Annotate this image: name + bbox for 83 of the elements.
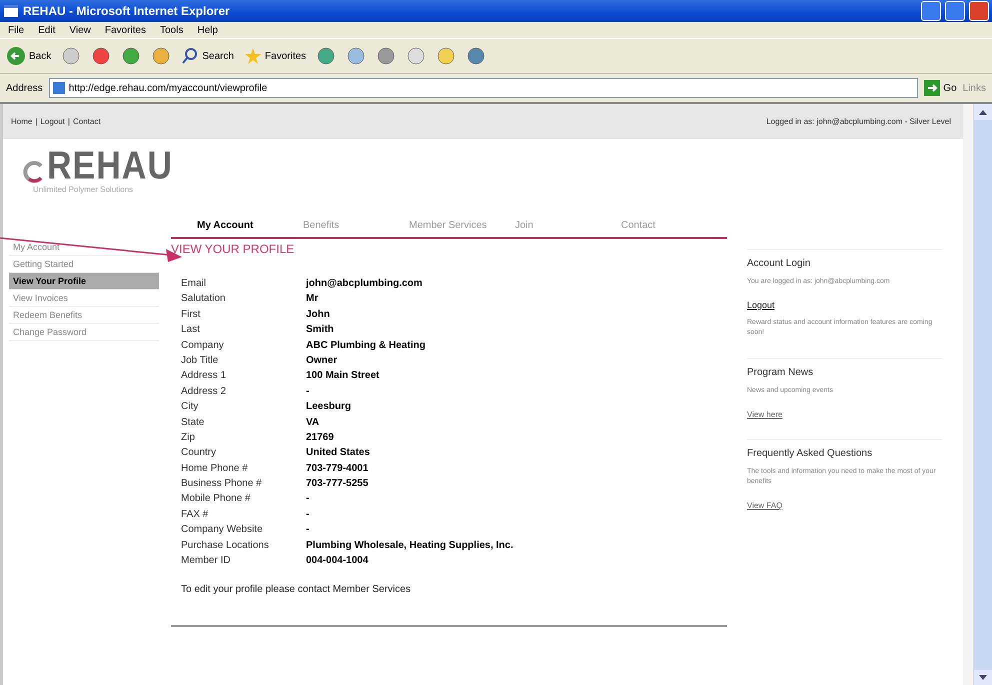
- field-value: 703-777-5255: [306, 477, 370, 492]
- separator: |: [35, 117, 38, 126]
- field-label: State: [181, 416, 206, 430]
- menu-item[interactable]: View: [69, 24, 91, 36]
- logo-icon: [23, 161, 45, 183]
- panel-link[interactable]: View here: [747, 410, 782, 419]
- search-icon: [181, 47, 200, 65]
- field-label: Zip: [181, 430, 196, 445]
- field-value: -: [306, 508, 310, 522]
- browser-icon: [3, 4, 19, 18]
- field-value: 21769: [306, 430, 335, 445]
- scroll-down-button[interactable]: [974, 670, 992, 685]
- menu-item[interactable]: File: [8, 24, 24, 36]
- field-value: John: [306, 308, 331, 322]
- address-field[interactable]: http://edge.rehau.com/myaccount/viewprofile: [48, 78, 918, 98]
- top-link[interactable]: Home: [11, 117, 32, 126]
- field-label: Country: [181, 446, 218, 460]
- field-value: Smith: [306, 323, 335, 338]
- edit-note: To edit your profile please contact Member Services: [181, 584, 412, 596]
- menu-item[interactable]: Tools: [160, 24, 184, 36]
- top-link[interactable]: Logout: [40, 117, 65, 126]
- window-title: REHAU - Microsoft Internet Explorer: [23, 4, 231, 18]
- field-value: Leesburg: [306, 400, 352, 414]
- menu-item[interactable]: Help: [197, 24, 218, 36]
- panel-link[interactable]: View FAQ: [747, 501, 782, 510]
- scrollbar[interactable]: [973, 104, 992, 685]
- menu-item[interactable]: Favorites: [104, 24, 146, 36]
- search-button[interactable]: Search: [181, 47, 234, 65]
- field-value: Mr: [306, 292, 320, 306]
- field-label: Home Phone #: [181, 462, 249, 476]
- sidebar-item[interactable]: Change Password: [9, 324, 159, 341]
- star-icon: [244, 47, 262, 65]
- field-value: 703-779-4001: [306, 462, 370, 476]
- field-label: Business Phone #: [181, 477, 263, 492]
- login-status: Logged in as: john@abcplumbing.com - Silver Level: [766, 117, 951, 126]
- favorites-button[interactable]: Favorites: [244, 47, 306, 65]
- field-label: Address 2: [181, 384, 228, 399]
- field-label: Member ID: [181, 554, 232, 568]
- field-value: Plumbing Wholesale, Heating Supplies, Inc.: [306, 538, 514, 553]
- field-value: Owner: [306, 354, 338, 368]
- field-label: Last: [181, 323, 201, 338]
- field-label: Salutation: [181, 292, 226, 306]
- field-label: Address 1: [181, 369, 228, 384]
- scroll-up-button[interactable]: [974, 104, 992, 120]
- field-value: VA: [306, 416, 320, 430]
- back-button[interactable]: Back: [6, 46, 52, 66]
- field-value: United States: [306, 446, 371, 460]
- member-services-link[interactable]: Member Services: [332, 584, 411, 596]
- page-heading: VIEW YOUR PROFILE: [171, 242, 296, 256]
- field-value: john@abcplumbing.com: [306, 277, 424, 291]
- field-value: 004-004-1004: [306, 554, 370, 568]
- up-arrow-icon: [979, 109, 987, 115]
- field-value: ABC Plumbing & Heating: [306, 338, 426, 353]
- panel-title: Frequently Asked Questions: [747, 448, 874, 459]
- field-label: Job Title: [181, 354, 220, 368]
- field-value: -: [306, 523, 310, 538]
- sidebar-item[interactable]: My Account: [9, 239, 159, 256]
- field-value: -: [306, 384, 310, 399]
- field-label: Company: [181, 338, 225, 353]
- separator: |: [68, 117, 70, 126]
- field-label: Purchase Locations: [181, 538, 270, 553]
- sidebar-item[interactable]: View Your Profile: [9, 273, 159, 290]
- address-label: Address: [6, 82, 43, 94]
- top-link[interactable]: Contact: [72, 117, 101, 126]
- logo-tagline: Unlimited Polymer Solutions: [33, 185, 134, 194]
- field-label: Company Website: [181, 523, 264, 538]
- sidebar-item[interactable]: View Invoices: [9, 290, 159, 307]
- panel-title: Account Login: [747, 258, 812, 269]
- nav-tab[interactable]: My Account: [197, 215, 303, 237]
- panel-title: Program News: [747, 367, 814, 378]
- sidebar-item[interactable]: Redeem Benefits: [9, 307, 159, 324]
- field-value: -: [306, 492, 310, 506]
- field-label: City: [181, 400, 200, 414]
- down-arrow-icon: [979, 675, 987, 681]
- field-label: FAX #: [181, 508, 210, 522]
- field-label: Email: [181, 277, 208, 291]
- go-button[interactable]: Go: [924, 80, 957, 96]
- field-label: First: [181, 308, 202, 322]
- field-label: Mobile Phone #: [181, 492, 252, 506]
- field-value: 100 Main Street: [306, 369, 380, 384]
- panel-link[interactable]: Logout: [747, 300, 775, 310]
- menu-item[interactable]: Edit: [38, 24, 56, 36]
- logo-wordmark: REHAU: [47, 146, 173, 186]
